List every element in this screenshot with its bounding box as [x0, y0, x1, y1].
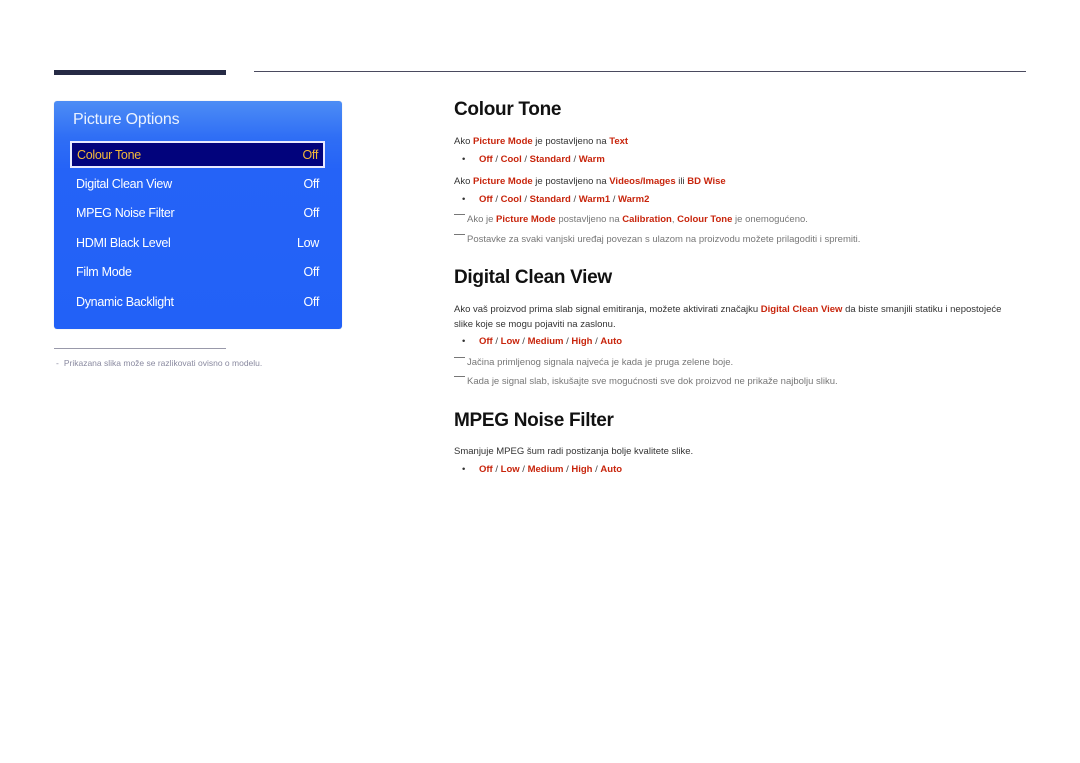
- bullet-icon: •: [462, 154, 466, 165]
- option: Standard: [529, 194, 571, 205]
- footnote-divider: [54, 348, 226, 349]
- text: Kada je signal slab, iskušajte sve moguć…: [467, 376, 838, 387]
- option: Cool: [500, 194, 522, 205]
- option: Low: [500, 336, 520, 347]
- header-rule-thin: [254, 71, 1026, 72]
- note-dash-icon: [454, 214, 465, 215]
- colour-tone-note-2: Postavke za svaki vanjski uređaj povezan…: [454, 234, 860, 245]
- option: Auto: [600, 336, 623, 347]
- keyword-colour-tone: Colour Tone: [677, 214, 733, 225]
- text: Ako je: [467, 214, 497, 225]
- menu-item-label: Dynamic Backlight: [76, 295, 174, 309]
- section-title-mpeg-noise-filter: MPEG Noise Filter: [454, 410, 614, 431]
- footnote-dash: -: [56, 358, 59, 368]
- option: Warm: [578, 154, 605, 165]
- mpeg-noise-filter-options: • Off / Low / Medium / High / Auto: [462, 464, 623, 475]
- option: Auto: [600, 464, 623, 475]
- menu-item-dynamic-backlight[interactable]: Dynamic Backlight Off: [70, 289, 325, 315]
- menu-item-colour-tone[interactable]: Colour Tone Off: [70, 141, 325, 168]
- option: Medium: [527, 464, 564, 475]
- menu-item-label: Colour Tone: [77, 147, 141, 162]
- text: Ako: [454, 176, 474, 187]
- text: je onemogućeno.: [732, 214, 808, 225]
- colour-tone-condition-2: Ako Picture Mode je postavljeno na Video…: [454, 174, 726, 189]
- option: Standard: [529, 154, 571, 165]
- menu-item-label: Digital Clean View: [76, 177, 172, 191]
- keyword-text: Text: [609, 136, 629, 147]
- note-dash-icon: [454, 357, 465, 358]
- option: Off: [479, 336, 493, 347]
- option: Warm1: [578, 194, 611, 205]
- digital-clean-view-note-1: Jačina primljenog signala najveća je kad…: [454, 357, 733, 368]
- section-title-digital-clean-view: Digital Clean View: [454, 267, 612, 288]
- text: Jačina primljenog signala najveća je kad…: [467, 357, 734, 368]
- picture-options-menu: Picture Options Colour Tone Off Digital …: [54, 101, 342, 329]
- option: Off: [479, 194, 493, 205]
- bullet-icon: •: [462, 464, 466, 475]
- option: Off: [479, 464, 493, 475]
- bullet-icon: •: [462, 336, 466, 347]
- digital-clean-view-description: Ako vaš proizvod prima slab signal emiti…: [454, 302, 1014, 332]
- menu-item-film-mode[interactable]: Film Mode Off: [70, 259, 325, 285]
- text: Ako: [454, 136, 474, 147]
- mpeg-noise-filter-description: Smanjuje MPEG šum radi postizanja bolje …: [454, 446, 694, 457]
- keyword-picture-mode: Picture Mode: [473, 136, 533, 147]
- option: High: [571, 464, 593, 475]
- section-title-colour-tone: Colour Tone: [454, 99, 562, 120]
- text: postavljeno na: [555, 214, 623, 225]
- digital-clean-view-note-2: Kada je signal slab, iskušajte sve moguć…: [454, 376, 838, 387]
- menu-item-mpeg-noise-filter[interactable]: MPEG Noise Filter Off: [70, 200, 325, 226]
- menu-item-label: MPEG Noise Filter: [76, 206, 175, 220]
- footnote: - Prikazana slika može se razlikovati ovi…: [56, 358, 262, 368]
- menu-item-value: Off: [303, 295, 319, 309]
- menu-item-value: Off: [303, 177, 319, 191]
- text: Ako vaš proizvod prima slab signal emiti…: [454, 304, 761, 315]
- menu-item-value: Off: [303, 265, 319, 279]
- footnote-text: Prikazana slika može se razlikovati ovis…: [63, 358, 263, 368]
- keyword-bd-wise: BD Wise: [687, 176, 726, 187]
- colour-tone-condition-1: Ako Picture Mode je postavljeno na Text: [454, 134, 628, 149]
- option: Warm2: [618, 194, 650, 205]
- option: High: [571, 336, 593, 347]
- menu-item-hdmi-black-level[interactable]: HDMI Black Level Low: [70, 230, 325, 256]
- text: Postavke za svaki vanjski uređaj povezan…: [467, 234, 861, 245]
- text: je postavljeno na: [532, 176, 610, 187]
- menu-title: Picture Options: [73, 111, 180, 128]
- menu-item-value: Off: [303, 206, 319, 220]
- menu-item-label: Film Mode: [76, 265, 132, 279]
- keyword-picture-mode: Picture Mode: [496, 214, 556, 225]
- text: je postavljeno na: [532, 136, 610, 147]
- keyword-picture-mode: Picture Mode: [473, 176, 533, 187]
- option: Cool: [500, 154, 522, 165]
- colour-tone-note-1: Ako je Picture Mode postavljeno na Calib…: [454, 214, 808, 225]
- keyword-calibration: Calibration: [622, 214, 672, 225]
- colour-tone-options-2: • Off / Cool / Standard / Warm1 / Warm2: [462, 194, 650, 205]
- colour-tone-options-1: • Off / Cool / Standard / Warm: [462, 154, 605, 165]
- note-dash-icon: [454, 234, 465, 235]
- menu-item-value: Low: [296, 236, 319, 250]
- menu-item-label: HDMI Black Level: [76, 236, 171, 250]
- menu-item-digital-clean-view[interactable]: Digital Clean View Off: [70, 171, 325, 197]
- bullet-icon: •: [462, 194, 466, 205]
- text: ili: [675, 176, 688, 187]
- option: Off: [479, 154, 493, 165]
- header-rule-thick: [54, 70, 226, 75]
- digital-clean-view-options: • Off / Low / Medium / High / Auto: [462, 336, 623, 347]
- keyword-digital-clean-view: Digital Clean View: [760, 304, 843, 315]
- note-dash-icon: [454, 376, 465, 377]
- option: Low: [500, 464, 520, 475]
- keyword-videos-images: Videos/Images: [609, 176, 676, 187]
- menu-item-value: Off: [302, 147, 318, 162]
- option: Medium: [527, 336, 564, 347]
